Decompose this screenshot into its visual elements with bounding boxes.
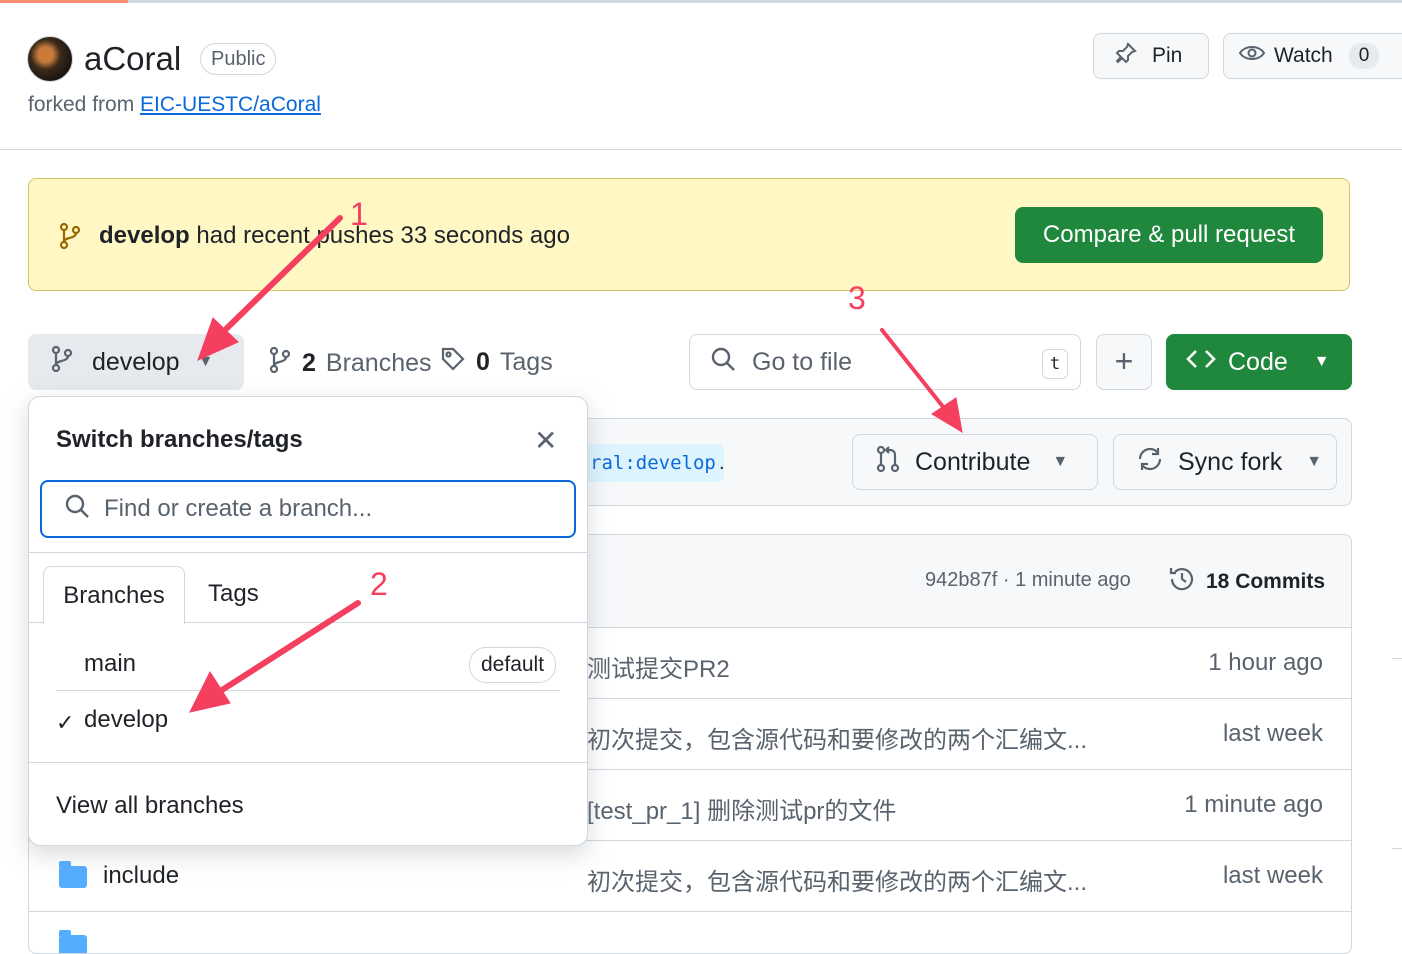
- annotation-arrows: [189, 215, 963, 713]
- arrow-3-head: [931, 397, 963, 433]
- annotation-label-3: 3: [848, 280, 866, 316]
- arrow-3-shaft: [880, 328, 946, 410]
- annotation-label-2: 2: [370, 566, 388, 602]
- annotation-label-1: 1: [350, 196, 368, 232]
- arrow-2-shaft: [219, 600, 361, 693]
- arrow-1-shaft: [222, 215, 343, 333]
